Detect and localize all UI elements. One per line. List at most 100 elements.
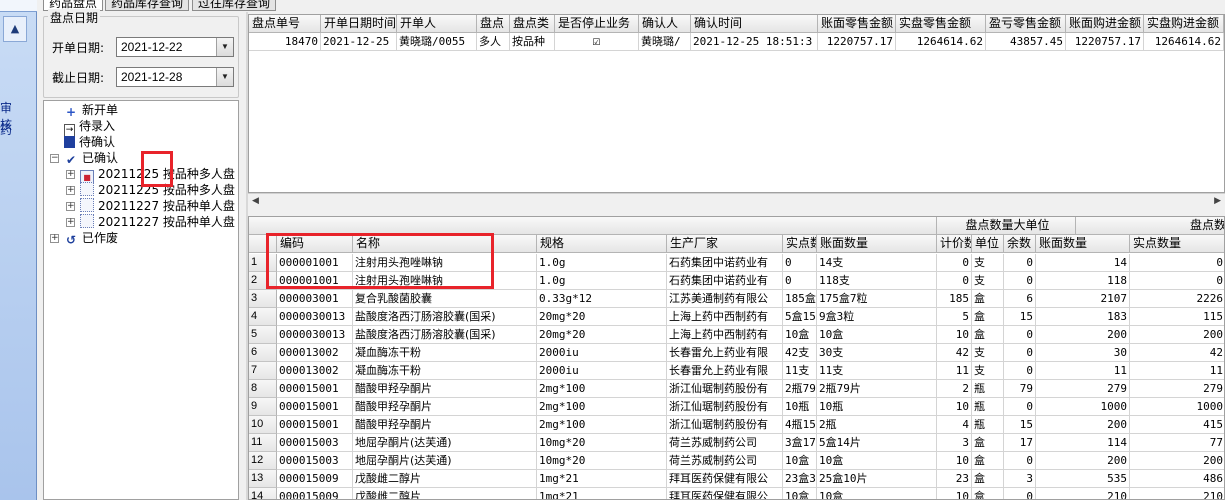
cell-priced-qty[interactable]: 10 (937, 326, 972, 344)
cell-unit[interactable]: 瓶 (972, 416, 1004, 434)
cell-code[interactable]: 000015001 (277, 380, 353, 398)
cell-unit[interactable]: 盒 (972, 326, 1004, 344)
cell-name[interactable]: 醋酸甲羟孕酮片 (353, 380, 537, 398)
row-number[interactable]: 4 (249, 308, 277, 326)
cell-actual-qty[interactable]: 200 (1130, 326, 1224, 344)
cell-priced-qty[interactable]: 10 (937, 488, 972, 499)
cell-spec[interactable]: 2mg*100 (537, 416, 667, 434)
cell-book-qty-small[interactable]: 30 (1036, 344, 1130, 362)
cell-actual-qty[interactable]: 2226 (1130, 290, 1224, 308)
cell-manufacturer[interactable]: 石药集团中诺药业有 (667, 272, 783, 290)
cell-actual-count[interactable]: 0 (783, 254, 817, 272)
cell-manufacturer[interactable]: 荷兰苏威制药公司 (667, 434, 783, 452)
cell-remainder[interactable]: 0 (1004, 254, 1036, 272)
cell-spec[interactable]: 2mg*100 (537, 398, 667, 416)
tree-item-order[interactable]: 20211227 按品种单人盘 18 (80, 214, 238, 230)
cell-actual-count[interactable]: 10瓶 (783, 398, 817, 416)
cell-manufacturer[interactable]: 上海上药中西制药有 (667, 326, 783, 344)
cell-book-qty[interactable]: 30支 (817, 344, 937, 362)
cell-book-qty[interactable]: 10盒 (817, 326, 937, 344)
cell-name[interactable]: 戊酸雌二醇片 (353, 488, 537, 499)
chevron-down-icon[interactable]: ▼ (216, 38, 233, 56)
cell-priced-qty[interactable]: 10 (937, 398, 972, 416)
cell-unit[interactable]: 支 (972, 272, 1004, 290)
cell-name[interactable]: 凝血酶冻干粉 (353, 344, 537, 362)
column-header-count-mode[interactable]: 盘点 (477, 15, 510, 33)
cell-remainder[interactable]: 0 (1004, 398, 1036, 416)
cell-book-qty-small[interactable]: 1000 (1036, 398, 1130, 416)
cell-actual-count[interactable]: 10盒 (783, 488, 817, 499)
scroll-left-icon[interactable]: ◀ (252, 196, 259, 206)
cell-spec[interactable]: 20mg*20 (537, 308, 667, 326)
cell-book-qty-small[interactable]: 279 (1036, 380, 1130, 398)
cell-code[interactable]: 000001001 (277, 272, 353, 290)
cell-remainder[interactable]: 6 (1004, 290, 1036, 308)
cell-actual-count[interactable]: 2瓶79 (783, 380, 817, 398)
cell-remainder[interactable]: 15 (1004, 308, 1036, 326)
cell-unit[interactable]: 盒 (972, 290, 1004, 308)
cell-priced-qty[interactable]: 0 (937, 254, 972, 272)
cell-name[interactable]: 盐酸度洛西汀肠溶胶囊(国采) (353, 326, 537, 344)
column-header-spec[interactable]: 规格 (537, 235, 667, 253)
column-header-opener[interactable]: 开单人 (397, 15, 477, 33)
column-header-remainder[interactable]: 余数 (1004, 235, 1036, 253)
cell-spec[interactable]: 1mg*21 (537, 488, 667, 499)
cell-unit[interactable]: 瓶 (972, 380, 1004, 398)
row-number[interactable]: 8 (249, 380, 277, 398)
cell-priced-qty[interactable]: 11 (937, 362, 972, 380)
row-number[interactable]: 10 (249, 416, 277, 434)
end-date-picker[interactable]: 2021-12-28 ▼ (116, 67, 234, 87)
cell-actual-retail[interactable]: 1264614.62 (896, 33, 986, 51)
cell-manufacturer[interactable]: 石药集团中诺药业有 (667, 254, 783, 272)
cell-remainder[interactable]: 17 (1004, 434, 1036, 452)
column-header-diff-retail[interactable]: 盈亏零售金额 (986, 15, 1066, 33)
cell-name[interactable]: 注射用头孢唑啉钠 (353, 254, 537, 272)
cell-unit[interactable]: 盒 (972, 470, 1004, 488)
row-number[interactable]: 12 (249, 452, 277, 470)
cell-remainder[interactable]: 0 (1004, 344, 1036, 362)
cell-code[interactable]: 000015009 (277, 488, 353, 499)
cell-priced-qty[interactable]: 4 (937, 416, 972, 434)
cell-spec[interactable]: 10mg*20 (537, 434, 667, 452)
cell-code[interactable]: 000013002 (277, 362, 353, 380)
cell-manufacturer[interactable]: 浙江仙琚制药股份有 (667, 398, 783, 416)
row-number[interactable]: 1 (249, 254, 277, 272)
column-header-stop-business[interactable]: 是否停止业务 (555, 15, 639, 33)
cell-manufacturer[interactable]: 长春雷允上药业有限 (667, 344, 783, 362)
cell-count-mode[interactable]: 多人 (477, 33, 510, 51)
expand-icon[interactable]: + (66, 170, 75, 179)
cell-book-qty[interactable]: 10盒 (817, 488, 937, 499)
column-header-priced-qty[interactable]: 计价数 (937, 235, 972, 253)
scroll-right-icon[interactable]: ▶ (1214, 196, 1221, 206)
cell-count-type[interactable]: 按品种 (510, 33, 555, 51)
column-header-book-qty-small[interactable]: 账面数量 (1036, 235, 1130, 253)
cell-actual-qty[interactable]: 0 (1130, 272, 1224, 290)
row-number[interactable]: 2 (249, 272, 277, 290)
cell-actual-qty[interactable]: 210 (1130, 488, 1224, 499)
cell-book-qty-small[interactable]: 2107 (1036, 290, 1130, 308)
cell-book-retail[interactable]: 1220757.17 (818, 33, 896, 51)
tree-item-pending-entry[interactable]: → 待录入 (64, 118, 115, 137)
cell-spec[interactable]: 2mg*100 (537, 380, 667, 398)
row-number[interactable]: 11 (249, 434, 277, 452)
cell-actual-qty[interactable]: 77 (1130, 434, 1224, 452)
cell-book-qty-small[interactable]: 200 (1036, 326, 1130, 344)
cell-name[interactable]: 醋酸甲羟孕酮片 (353, 398, 537, 416)
cell-name[interactable]: 盐酸度洛西汀肠溶胶囊(国采) (353, 308, 537, 326)
horizontal-scrollbar[interactable]: ◀ ▶ (248, 193, 1225, 210)
cell-confirmer[interactable]: 黄晓璐/ (639, 33, 691, 51)
cell-name[interactable]: 地屈孕酮片(达芙通) (353, 452, 537, 470)
cell-code[interactable]: 000015009 (277, 470, 353, 488)
cell-code[interactable]: 000015001 (277, 398, 353, 416)
cell-book-qty-small[interactable]: 183 (1036, 308, 1130, 326)
cell-actual-qty[interactable]: 415 (1130, 416, 1224, 434)
column-header-actual-qty[interactable]: 实点数量 (1130, 235, 1224, 253)
tree-item-order[interactable]: 20211225 按品种多人盘 18 (80, 182, 238, 198)
column-header-open-date[interactable]: 开单日期时间 (321, 15, 397, 33)
cell-priced-qty[interactable]: 2 (937, 380, 972, 398)
cell-actual-qty[interactable]: 42 (1130, 344, 1224, 362)
tree-item-order[interactable]: ■ 20211225 按品种多人盘 18 (80, 166, 238, 184)
column-header-actual-purchase[interactable]: 实盘购进金额 (1144, 15, 1224, 33)
cell-actual-count[interactable]: 23盒3 (783, 470, 817, 488)
cell-remainder[interactable]: 3 (1004, 470, 1036, 488)
